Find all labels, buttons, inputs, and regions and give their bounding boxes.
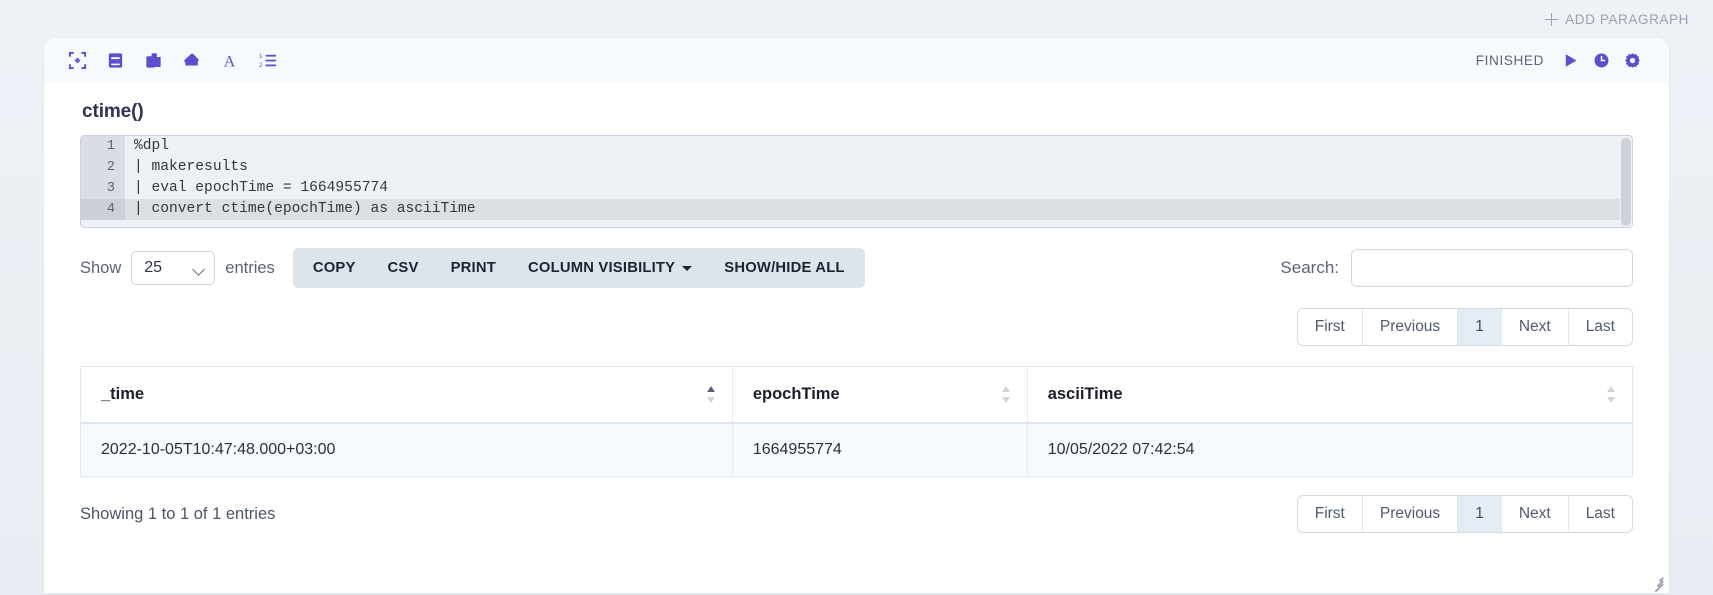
- svg-text:2: 2: [259, 62, 263, 69]
- column-visibility-button[interactable]: COLUMN VISIBILITY: [512, 248, 708, 288]
- editor-scrollbar-thumb[interactable]: [1621, 138, 1631, 226]
- table-header-time[interactable]: _time: [80, 366, 733, 424]
- code-line[interactable]: 1 %dpl: [81, 136, 1632, 157]
- table-controls: Show 25 entries COPY CSV PRINT COLUMN VISIB…: [80, 246, 1633, 290]
- table-header-label: _time: [101, 385, 145, 403]
- page-last-button[interactable]: Last: [1569, 309, 1632, 345]
- code-line[interactable]: 3 | eval epochTime = 1664955774: [81, 178, 1632, 199]
- copy-button[interactable]: COPY: [297, 248, 372, 288]
- add-paragraph-button[interactable]: ADD PARAGRAPH: [1545, 12, 1689, 27]
- table-cell-asciiTime: 10/05/2022 07:42:54: [1027, 423, 1633, 477]
- code-line-number: 4: [81, 199, 125, 220]
- page-next-button-bottom[interactable]: Next: [1502, 496, 1569, 532]
- table-header-asciiTime[interactable]: asciiTime: [1027, 366, 1633, 424]
- length-menu: Show 25 entries: [80, 251, 275, 285]
- svg-text:1: 1: [259, 53, 263, 60]
- font-icon[interactable]: A: [220, 51, 239, 70]
- page-first-button[interactable]: First: [1298, 309, 1363, 345]
- ordered-list-icon[interactable]: 1 2: [258, 51, 277, 70]
- copy-icon[interactable]: [144, 51, 163, 70]
- page-previous-button-bottom[interactable]: Previous: [1363, 496, 1459, 532]
- page-length-value: 25: [144, 259, 163, 276]
- paragraph-tool-icons: A 1 2: [68, 51, 277, 70]
- page-1-button[interactable]: 1: [1458, 309, 1502, 345]
- code-line-text: | eval epochTime = 1664955774: [134, 180, 388, 196]
- pagination-bottom: First Previous 1 Next Last: [1296, 495, 1633, 533]
- clock-icon[interactable]: [1593, 52, 1610, 69]
- table-header-row: _time epochTime asciiTime: [80, 366, 1633, 424]
- button-label: CSV: [387, 260, 419, 276]
- csv-button[interactable]: CSV: [372, 248, 435, 288]
- code-line-number: 2: [81, 157, 125, 178]
- export-button-group: COPY CSV PRINT COLUMN VISIBILITY SHOW/HIDE A…: [292, 248, 865, 288]
- page-title: ctime(): [82, 101, 144, 122]
- search-input[interactable]: [1351, 249, 1633, 287]
- resize-handle[interactable]: [1651, 576, 1664, 593]
- code-line[interactable]: 2 | makeresults: [81, 157, 1632, 178]
- code-line-text: %dpl: [134, 138, 170, 154]
- button-label: COPY: [312, 260, 356, 276]
- table-header-epochTime[interactable]: epochTime: [732, 366, 1028, 424]
- book-icon[interactable]: [106, 51, 125, 70]
- code-line-text: | makeresults: [134, 159, 248, 175]
- table-footer: Showing 1 to 1 of 1 entries First Previo…: [80, 495, 1633, 533]
- sort-indicator-icon[interactable]: [1607, 384, 1616, 406]
- editor-scrollbar[interactable]: [1620, 136, 1632, 227]
- code-line[interactable]: 4 | convert ctime(epochTime) as asciiTime: [81, 199, 1632, 220]
- plus-icon: [1545, 12, 1559, 26]
- code-line-number: 3: [81, 178, 125, 199]
- search-area: Search:: [1280, 249, 1633, 287]
- search-label: Search:: [1280, 258, 1339, 277]
- page-last-button-bottom[interactable]: Last: [1569, 496, 1632, 532]
- button-label: SHOW/HIDE ALL: [724, 260, 845, 276]
- paragraph-toolbar: A 1 2 FINISHED: [44, 38, 1669, 83]
- status-badge: FINISHED: [1475, 53, 1544, 68]
- code-line-number: 1: [81, 136, 125, 157]
- table-row[interactable]: 2022-10-05T10:47:48.000+03:00 1664955774 1…: [80, 423, 1633, 477]
- code-line-text: | convert ctime(epochTime) as asciiTime: [134, 201, 476, 217]
- table-info: Showing 1 to 1 of 1 entries: [80, 504, 276, 523]
- table-body: 2022-10-05T10:47:48.000+03:00 1664955774 1…: [80, 423, 1633, 477]
- table-header-label: epochTime: [752, 385, 840, 403]
- collapse-icon[interactable]: [68, 51, 87, 70]
- code-editor[interactable]: 1 %dpl 2 | makeresults 3 | eval epochTime = 1…: [80, 135, 1633, 228]
- code-lines: 1 %dpl 2 | makeresults 3 | eval epochTime = 1…: [81, 136, 1632, 220]
- table-head: _time epochTime asciiTime: [80, 366, 1633, 424]
- table-cell-time: 2022-10-05T10:47:48.000+03:00: [80, 423, 733, 477]
- sort-indicator-icon[interactable]: [706, 384, 716, 406]
- pagination-top-row: First Previous 1 Next Last: [80, 308, 1633, 346]
- chevron-down-icon: [682, 265, 693, 271]
- sort-indicator-icon[interactable]: [1001, 384, 1011, 406]
- page-next-button[interactable]: Next: [1502, 309, 1569, 345]
- add-paragraph-label: ADD PARAGRAPH: [1565, 11, 1689, 27]
- paragraph-body: ctime() 1 %dpl 2 | makeresults 3 | eval epoch…: [44, 83, 1669, 533]
- top-bar: ADD PARAGRAPH: [0, 0, 1713, 38]
- paragraph-status-group: FINISHED: [1476, 52, 1641, 69]
- show-hide-all-button[interactable]: SHOW/HIDE ALL: [708, 248, 860, 288]
- button-label: COLUMN VISIBILITY: [527, 260, 676, 276]
- chevron-down-icon: [192, 263, 206, 276]
- show-label: Show: [80, 258, 122, 277]
- gear-icon[interactable]: [1624, 52, 1641, 69]
- page-previous-button[interactable]: Previous: [1363, 309, 1459, 345]
- play-icon[interactable]: [1562, 52, 1579, 69]
- pagination-top: First Previous 1 Next Last: [1296, 308, 1633, 346]
- page-1-button-bottom[interactable]: 1: [1458, 496, 1502, 532]
- table-header-label: asciiTime: [1047, 385, 1123, 403]
- button-label: PRINT: [450, 260, 496, 276]
- pagination-bottom-row: First Previous 1 Next Last: [1296, 495, 1633, 533]
- table-cell-epochTime: 1664955774: [732, 423, 1028, 477]
- results-table: _time epochTime asciiTime 2022-10-05T10:47…: [80, 366, 1633, 477]
- paragraph-card: A 1 2 FINISHED ctime() 1 %dpl 2 | makere…: [44, 38, 1669, 593]
- page-length-select[interactable]: 25: [131, 251, 216, 285]
- eraser-icon[interactable]: [182, 51, 201, 70]
- page-first-button-bottom[interactable]: First: [1298, 496, 1363, 532]
- print-button[interactable]: PRINT: [435, 248, 512, 288]
- entries-label: entries: [225, 258, 275, 277]
- svg-text:A: A: [224, 54, 236, 70]
